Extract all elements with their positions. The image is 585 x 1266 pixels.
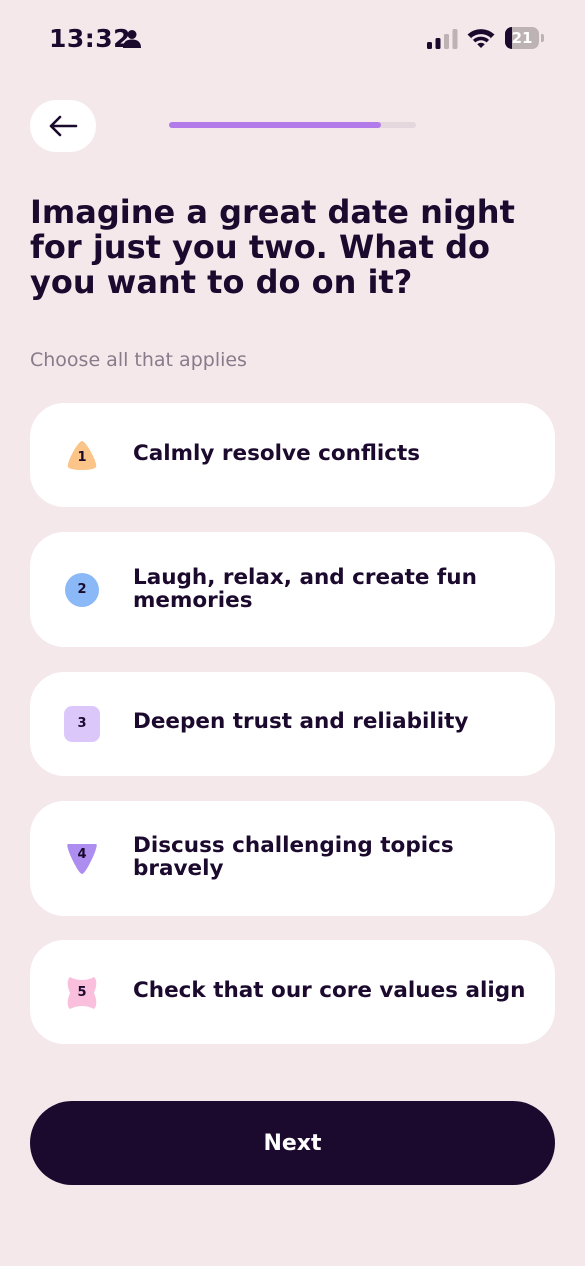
option-label-5: Check that our core values align: [133, 978, 526, 1003]
arrow-left-icon: [49, 115, 78, 137]
option-label-2: Laugh, relax, and create fun memories: [133, 565, 477, 613]
option-card-3[interactable]: 3 Deepen trust and reliability: [30, 672, 555, 776]
cellular-signal-icon: [427, 29, 458, 49]
status-time: 13:32: [49, 24, 132, 53]
option-card-2[interactable]: 2 Laugh, relax, and create fun memories: [30, 532, 555, 647]
number-badge-1: 1: [64, 437, 100, 473]
number-badge-5: 5: [64, 975, 100, 1011]
option-card-4[interactable]: 4 Discuss challenging topics bravely: [30, 801, 555, 916]
wifi-icon: [467, 29, 495, 48]
number-badge-2: 2: [64, 572, 100, 608]
number-badge-3: 3: [64, 706, 100, 742]
option-card-1[interactable]: 1 Calmly resolve conflicts: [30, 403, 555, 507]
next-button[interactable]: Next: [30, 1101, 555, 1185]
progress-bar: [169, 122, 416, 128]
option-card-5[interactable]: 5 Check that our core values align: [30, 940, 555, 1044]
option-label-4: Discuss challenging topics bravely: [133, 833, 454, 881]
back-button[interactable]: [30, 100, 96, 152]
person-icon: [123, 30, 141, 48]
number-badge-4: 4: [64, 840, 100, 876]
question-title: Imagine a great date night for just you …: [30, 193, 515, 301]
option-label-3: Deepen trust and reliability: [133, 709, 469, 734]
battery-indicator: 21: [505, 27, 545, 49]
battery-level: 21: [511, 29, 533, 47]
option-label-1: Calmly resolve conflicts: [133, 441, 421, 466]
status-bar: 13:32 21: [0, 0, 585, 80]
progress-fill: [169, 122, 382, 128]
question-subtitle: Choose all that applies: [30, 349, 247, 371]
